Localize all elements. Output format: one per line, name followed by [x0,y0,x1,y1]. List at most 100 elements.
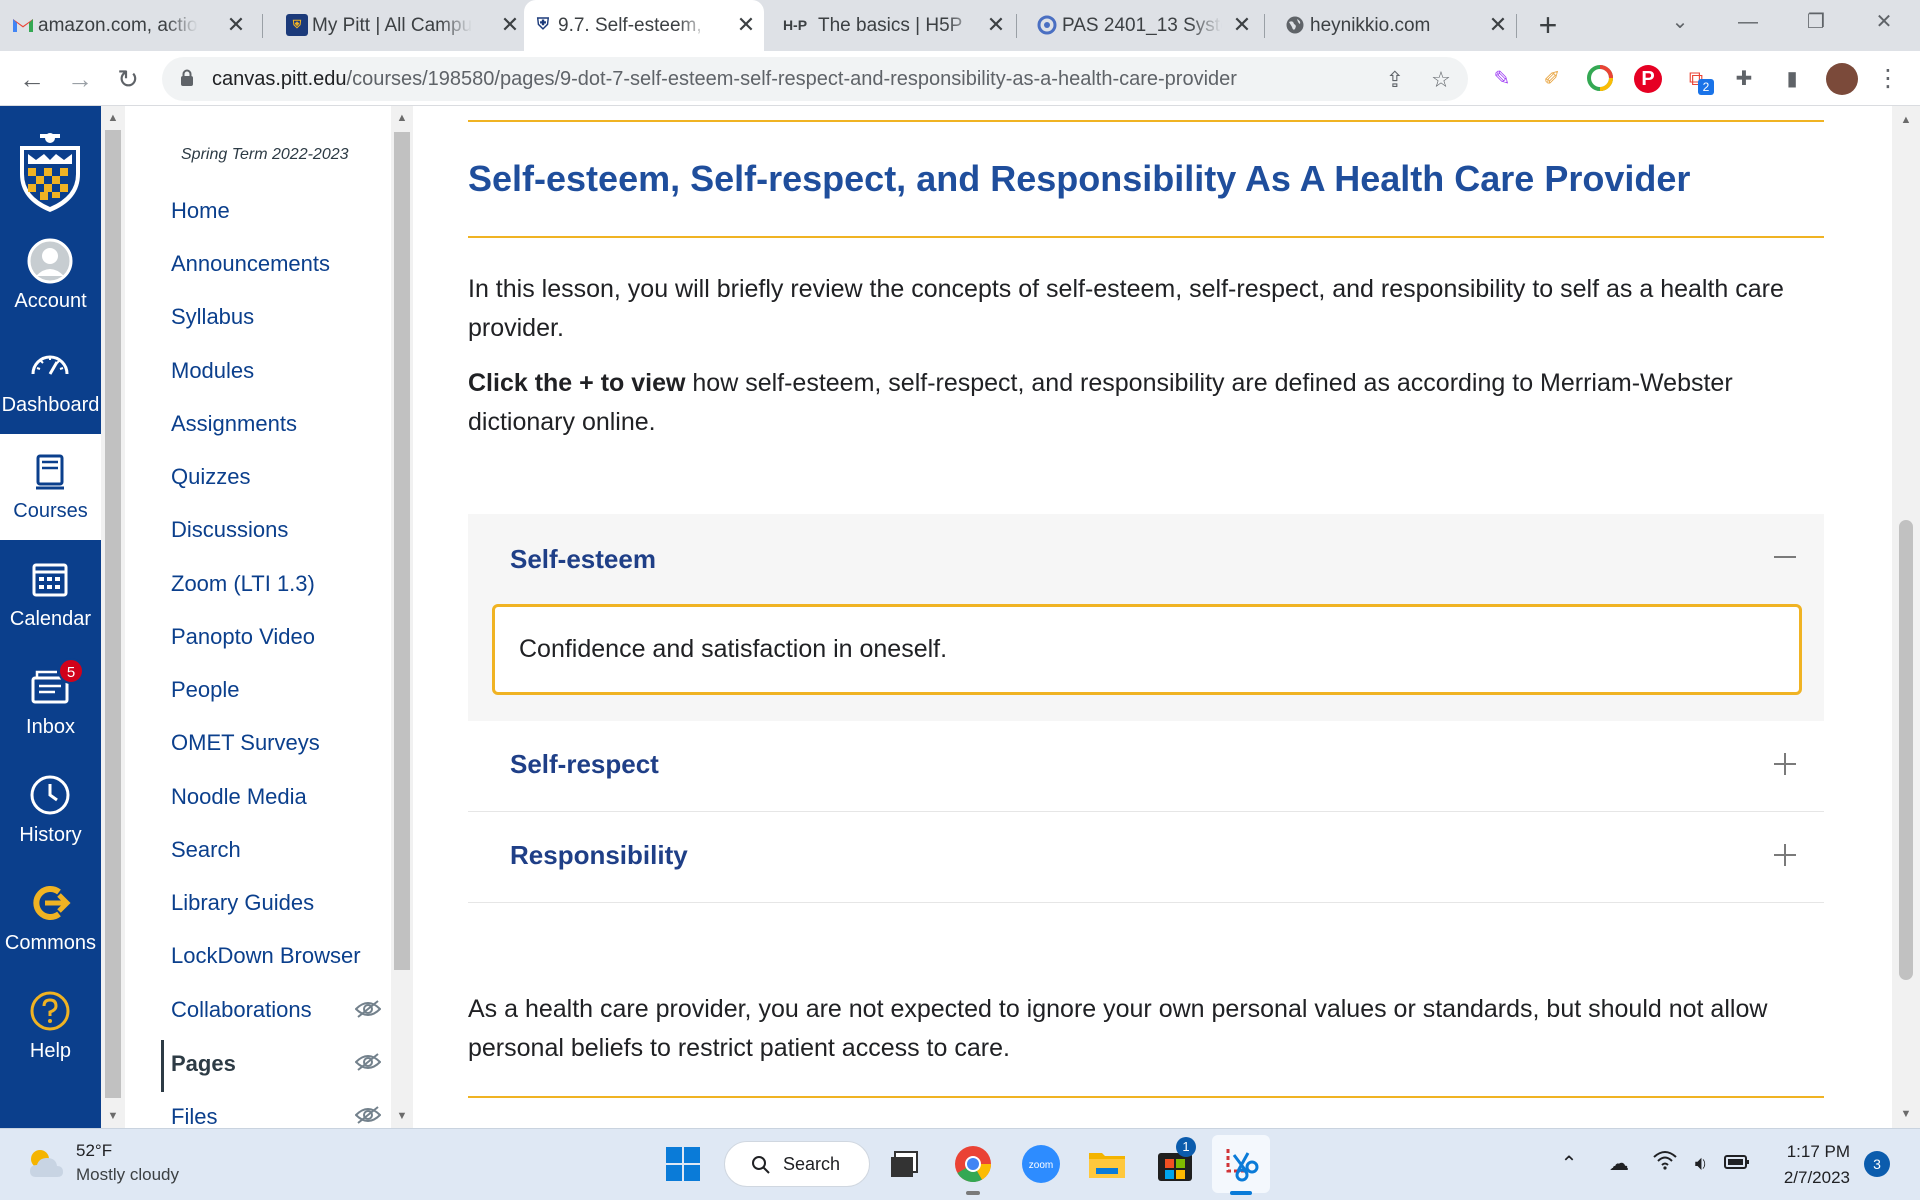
scroll-up-arrow-icon[interactable]: ▲ [1900,114,1912,126]
browser-tab-h5p[interactable]: H-P The basics | H5P ✕ [774,0,1014,51]
scrollbar-thumb[interactable] [1899,520,1913,980]
scroll-down-arrow-icon[interactable]: ▼ [396,1110,408,1122]
global-nav-account[interactable]: Account [0,224,101,330]
browser-tab-pas[interactable]: PAS 2401_13 System ✕ [1028,0,1260,51]
course-nav-discussions[interactable]: Discussions [171,517,288,543]
reload-icon[interactable]: ↻ [110,61,146,97]
minus-icon[interactable] [1770,542,1800,572]
scroll-down-arrow-icon[interactable]: ▼ [1900,1108,1912,1120]
course-nav-scrollbar[interactable]: ▲ ▼ [391,106,413,1128]
close-tab-icon[interactable]: ✕ [1484,11,1512,39]
scroll-up-arrow-icon[interactable]: ▲ [396,112,408,124]
global-nav-help[interactable]: Help [0,974,101,1080]
tab-title: PAS 2401_13 System [1062,14,1222,36]
browser-tab-my-pitt[interactable]: ⛨ My Pitt | All Campu ✕ [278,0,528,51]
course-nav-syllabus[interactable]: Syllabus [171,304,254,330]
weather-temperature[interactable]: 52°F [76,1141,112,1161]
course-nav-panopto[interactable]: Panopto Video [171,624,315,650]
minimize-button[interactable]: — [1718,0,1778,44]
chevron-up-icon[interactable]: ⌃ [1554,1149,1584,1179]
course-nav-announcements[interactable]: Announcements [171,251,330,277]
course-nav-search[interactable]: Search [171,837,241,863]
courses-icon [36,454,64,490]
back-arrow-icon[interactable]: ← [14,61,50,97]
profile-avatar[interactable] [1826,63,1858,95]
share-icon[interactable]: ⇪ [1382,67,1408,93]
new-tab-button[interactable]: + [1530,8,1566,44]
forward-arrow-icon[interactable]: → [62,61,98,97]
course-nav-home[interactable]: Home [171,198,230,224]
address-bar[interactable]: canvas.pitt.edu/courses/198580/pages/9-d… [162,57,1468,101]
paint-extension-icon[interactable]: ✐ [1538,65,1566,93]
course-nav-lockdown-browser[interactable]: LockDown Browser [171,943,361,969]
global-nav-dashboard[interactable]: Dashboard [0,328,101,434]
accordion-item-responsibility: Responsibility [468,812,1824,903]
task-view-icon[interactable] [882,1141,928,1187]
pitt-logo[interactable] [14,128,86,214]
close-window-button[interactable]: ✕ [1854,0,1914,44]
volume-icon[interactable]: 🔉︎ [1686,1149,1716,1179]
bookmark-star-icon[interactable]: ☆ [1428,67,1454,93]
snipping-tool-icon[interactable] [1218,1141,1264,1187]
course-nav-noodle-media[interactable]: Noodle Media [171,784,307,810]
accordion-header[interactable]: Responsibility [468,812,1824,902]
plus-icon[interactable] [1770,749,1800,779]
course-nav-people[interactable]: People [171,677,240,703]
course-nav-zoom[interactable]: Zoom (LTI 1.3) [171,571,315,597]
system-clock[interactable]: 1:17 PM 2/7/2023 [1760,1139,1850,1191]
side-panel-icon[interactable]: ▮ [1778,65,1806,93]
course-nav-pages[interactable]: Pages [171,1051,236,1077]
pinterest-extension-icon[interactable]: P [1634,65,1662,93]
accordion-header[interactable]: Self-respect [468,721,1824,811]
scrollbar-thumb[interactable] [394,132,410,970]
battery-icon[interactable] [1722,1149,1752,1179]
scroll-up-arrow-icon[interactable]: ▲ [107,112,119,124]
course-nav-modules[interactable]: Modules [171,358,254,384]
restore-button[interactable]: ❐ [1786,0,1846,44]
course-nav-quizzes[interactable]: Quizzes [171,464,250,490]
taskbar-search[interactable]: Search [724,1141,870,1187]
course-nav-files[interactable]: Files [171,1104,217,1130]
plus-icon[interactable] [1770,840,1800,870]
scrollbar-thumb[interactable] [105,130,121,1098]
close-tab-icon[interactable]: ✕ [496,11,524,39]
close-tab-icon[interactable]: ✕ [1228,11,1256,39]
pen-extension-icon[interactable]: ✎ [1488,65,1516,93]
screen-extension-icon[interactable]: ⧉ 2 [1682,65,1714,95]
global-nav-commons[interactable]: Commons [0,866,101,972]
weather-description[interactable]: Mostly cloudy [76,1165,179,1185]
global-nav-scrollbar[interactable]: ▲ ▼ [101,106,125,1128]
chrome-icon[interactable] [950,1141,996,1187]
notification-badge[interactable]: 3 [1864,1151,1890,1177]
grammarly-extension-icon[interactable] [1586,65,1614,93]
puzzle-extensions-icon[interactable]: ✚ [1730,65,1758,93]
course-nav-omet-surveys[interactable]: OMET Surveys [171,730,320,756]
global-nav-inbox[interactable]: 5 Inbox [0,650,101,756]
gmail-icon [12,14,34,36]
global-nav-calendar[interactable]: Calendar [0,542,101,648]
accordion-header[interactable]: Self-esteem [468,514,1824,604]
course-nav-assignments[interactable]: Assignments [171,411,297,437]
browser-tab-active[interactable]: ⛨ 9.7. Self-esteem, Se ✕ [524,0,764,51]
page-scrollbar[interactable]: ▲ ▼ [1892,106,1920,1128]
file-explorer-icon[interactable] [1084,1141,1130,1187]
lock-icon[interactable] [180,69,194,87]
tab-search-icon[interactable]: ⌄ [1650,0,1710,44]
browser-tab-gmail[interactable]: amazon.com, action ✕ [4,0,254,51]
windows-start-icon[interactable] [660,1141,706,1187]
gold-divider [468,120,1824,122]
course-nav-collaborations[interactable]: Collaborations [171,997,312,1023]
menu-kebab-icon[interactable]: ⋮ [1874,65,1902,93]
close-tab-icon[interactable]: ✕ [982,11,1010,39]
close-tab-icon[interactable]: ✕ [222,11,250,39]
browser-tab-heynikkio[interactable]: heynikkio.com ✕ [1276,0,1516,51]
global-nav-courses[interactable]: Courses [0,434,101,540]
scroll-down-arrow-icon[interactable]: ▼ [107,1110,119,1122]
wifi-icon[interactable] [1650,1149,1680,1179]
close-tab-icon[interactable]: ✕ [732,11,760,39]
zoom-icon[interactable]: zoom [1018,1141,1064,1187]
global-nav-history[interactable]: History [0,758,101,864]
cloudy-weather-icon[interactable] [26,1145,66,1181]
course-nav-library-guides[interactable]: Library Guides [171,890,314,916]
onedrive-cloud-icon[interactable]: ☁ [1604,1149,1634,1179]
